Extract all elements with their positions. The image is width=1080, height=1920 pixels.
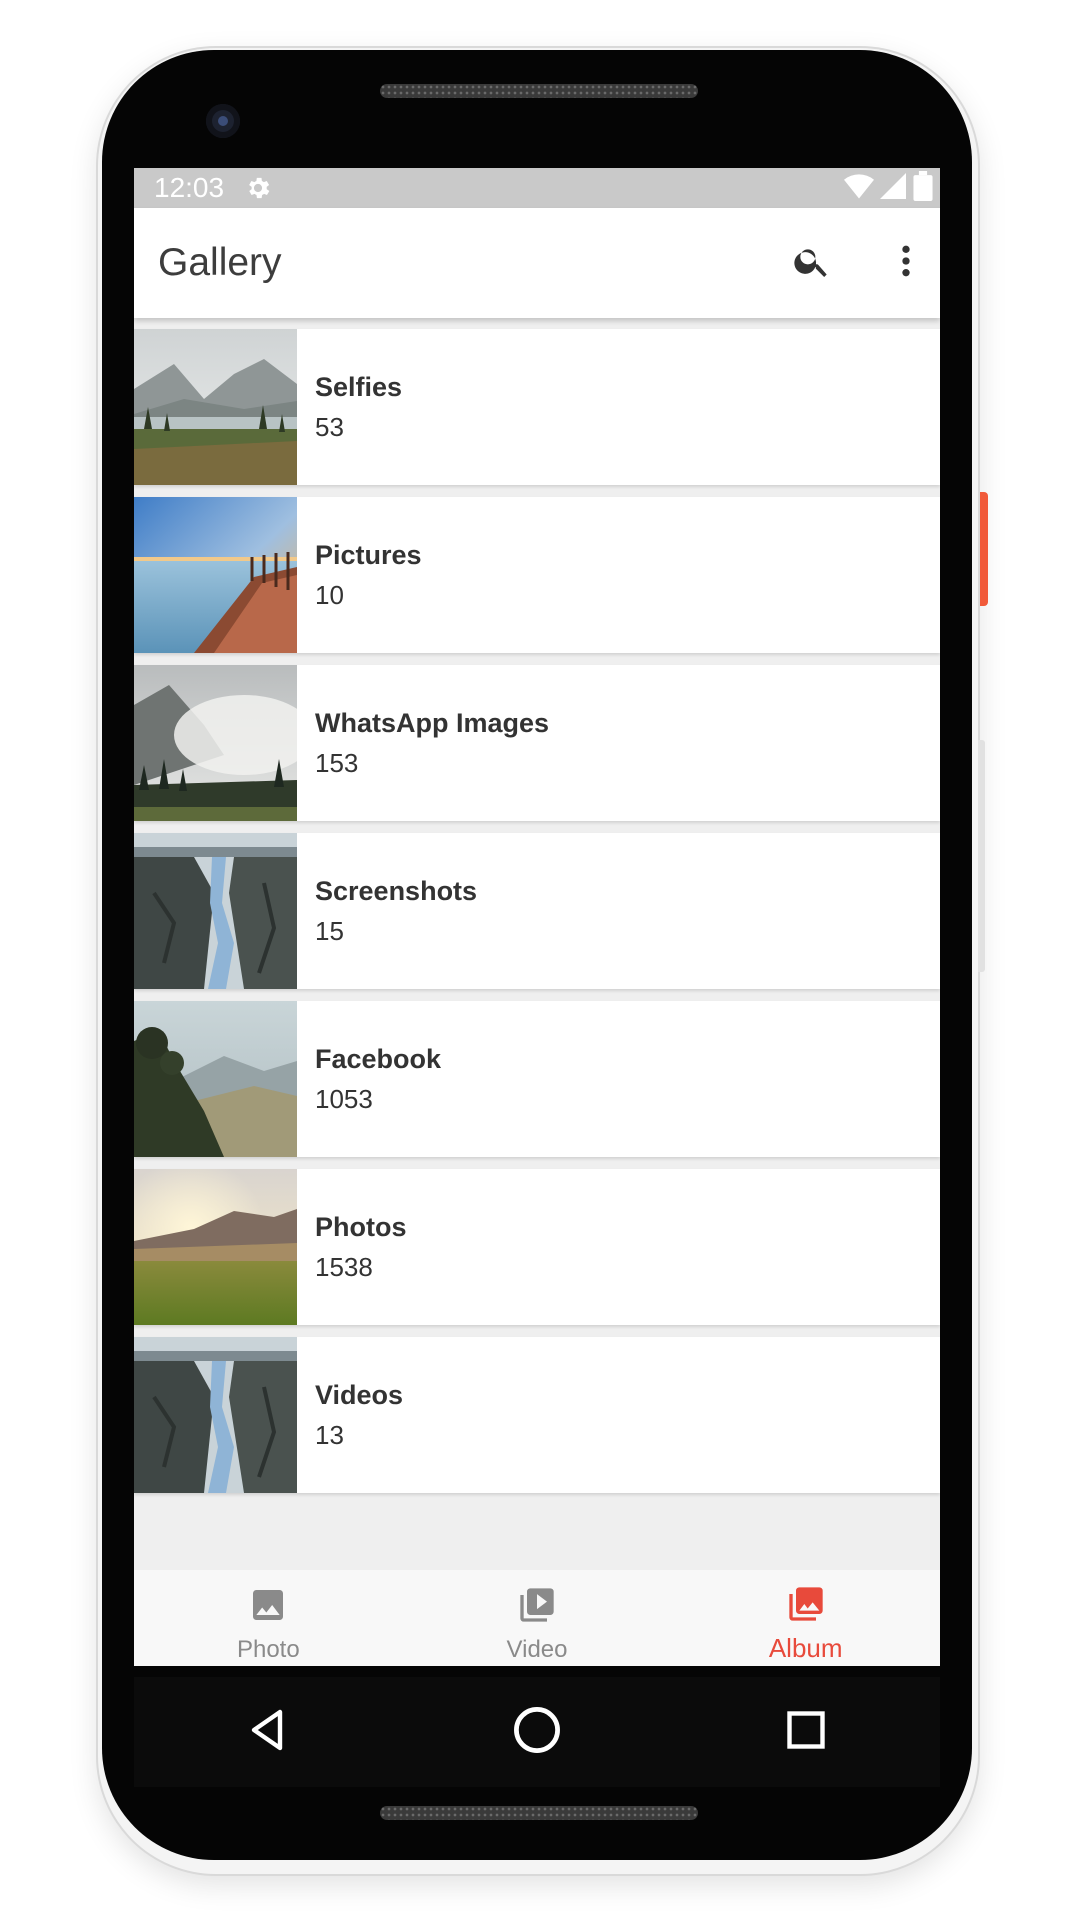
battery-icon bbox=[912, 170, 934, 206]
wifi-icon bbox=[844, 173, 874, 204]
recents-button[interactable] bbox=[766, 1692, 846, 1772]
app-bar-actions bbox=[780, 231, 940, 295]
album-name: Photos bbox=[315, 1212, 407, 1242]
album-name: WhatsApp Images bbox=[315, 708, 550, 738]
album-name: Facebook bbox=[315, 1044, 442, 1074]
search-button[interactable] bbox=[780, 231, 844, 295]
nav-item-photo[interactable]: Photo bbox=[134, 1570, 403, 1666]
status-indicators bbox=[844, 170, 940, 206]
photo-library-icon bbox=[786, 1584, 826, 1629]
album-thumbnail bbox=[134, 497, 297, 653]
album-thumbnail bbox=[134, 665, 297, 821]
device-frame: 12:03 Gallery Selfies 53 Pictures 10 Wha… bbox=[0, 0, 1080, 1920]
album-thumbnail bbox=[134, 1001, 297, 1157]
image-icon bbox=[248, 1585, 288, 1630]
album-list: Selfies 53 Pictures 10 WhatsApp Images 1… bbox=[134, 329, 940, 1505]
album-item-photos[interactable]: Photos 1538 bbox=[134, 1169, 940, 1325]
more-vert-icon bbox=[886, 241, 926, 286]
album-item-selfies[interactable]: Selfies 53 bbox=[134, 329, 940, 485]
album-count: 1053 bbox=[315, 1084, 373, 1114]
album-info: WhatsApp Images 153 bbox=[297, 665, 549, 821]
nav-label: Photo bbox=[236, 1635, 300, 1663]
album-count: 1538 bbox=[315, 1252, 373, 1282]
status-time: 12:03 bbox=[154, 172, 225, 203]
home-button[interactable] bbox=[497, 1692, 577, 1772]
album-thumbnail bbox=[134, 329, 297, 485]
album-count: 153 bbox=[315, 748, 359, 778]
album-thumbnail bbox=[134, 1337, 297, 1493]
signal-icon bbox=[880, 172, 906, 204]
nav-label: Video bbox=[506, 1635, 568, 1663]
earpiece-speaker bbox=[380, 84, 698, 98]
album-info: Pictures 10 bbox=[297, 497, 422, 653]
bottom-navigation: Photo Video Album bbox=[134, 1570, 940, 1666]
home-icon bbox=[511, 1704, 563, 1761]
album-item-videos[interactable]: Videos 13 bbox=[134, 1337, 940, 1493]
album-name: Pictures bbox=[315, 540, 422, 570]
album-item-screenshots[interactable]: Screenshots 15 bbox=[134, 833, 940, 989]
volume-button[interactable] bbox=[978, 740, 985, 972]
nav-label: Album bbox=[768, 1633, 843, 1663]
back-icon bbox=[244, 1706, 292, 1759]
album-item-pictures[interactable]: Pictures 10 bbox=[134, 497, 940, 653]
album-item-facebook[interactable]: Facebook 1053 bbox=[134, 1001, 940, 1157]
bottom-speaker bbox=[380, 1806, 698, 1820]
app-bar: Gallery bbox=[134, 208, 940, 318]
album-name: Screenshots bbox=[315, 876, 478, 906]
album-info: Selfies 53 bbox=[297, 329, 402, 485]
album-info: Videos 13 bbox=[297, 1337, 403, 1493]
album-count: 53 bbox=[315, 412, 344, 442]
overflow-menu-button[interactable] bbox=[874, 231, 938, 295]
album-info: Facebook 1053 bbox=[297, 1001, 441, 1157]
album-name: Selfies bbox=[315, 372, 403, 402]
front-camera bbox=[206, 104, 240, 138]
album-thumbnail bbox=[134, 833, 297, 989]
back-button[interactable] bbox=[228, 1692, 308, 1772]
nav-item-video[interactable]: Video bbox=[403, 1570, 672, 1666]
status-bar: 12:03 bbox=[134, 168, 940, 208]
album-item-whatsapp-images[interactable]: WhatsApp Images 153 bbox=[134, 665, 940, 821]
video-library-icon bbox=[517, 1585, 557, 1630]
album-name: Videos bbox=[315, 1380, 404, 1410]
album-count: 10 bbox=[315, 580, 344, 610]
nav-item-album[interactable]: Album bbox=[671, 1570, 940, 1666]
search-icon bbox=[792, 241, 832, 286]
recents-icon bbox=[784, 1708, 828, 1757]
album-count: 15 bbox=[315, 916, 344, 946]
settings-icon bbox=[244, 174, 272, 202]
album-info: Screenshots 15 bbox=[297, 833, 477, 989]
album-info: Photos 1538 bbox=[297, 1169, 407, 1325]
system-navigation-bar bbox=[134, 1677, 940, 1787]
album-count: 13 bbox=[315, 1420, 344, 1450]
album-thumbnail bbox=[134, 1169, 297, 1325]
screen: 12:03 Gallery Selfies 53 Pictures 10 Wha… bbox=[134, 168, 940, 1666]
power-button[interactable] bbox=[980, 492, 988, 606]
page-title: Gallery bbox=[158, 241, 282, 284]
